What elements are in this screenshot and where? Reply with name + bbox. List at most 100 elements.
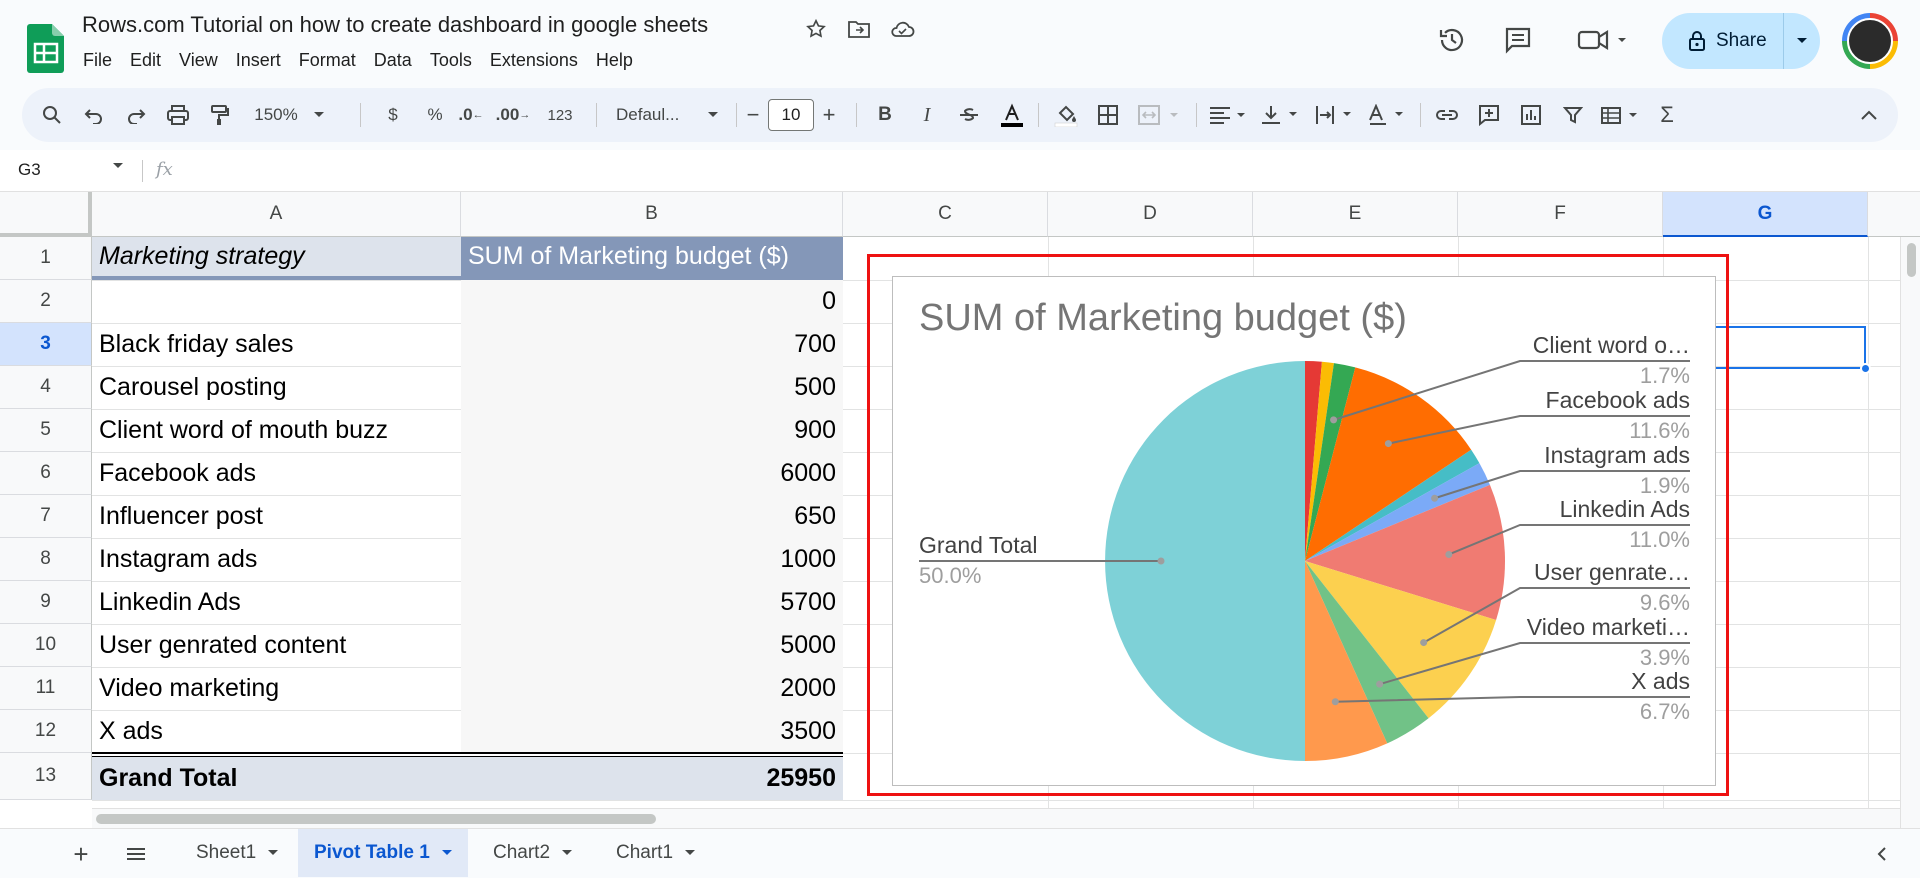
move-folder-icon[interactable] bbox=[844, 14, 874, 44]
chevron-down-icon[interactable] bbox=[441, 850, 452, 856]
pivot-value-cell[interactable]: 2000 bbox=[461, 667, 843, 710]
pivot-value-cell[interactable]: 500 bbox=[461, 366, 843, 409]
pivot-value-cell[interactable]: 0 bbox=[461, 280, 843, 323]
menu-view[interactable]: View bbox=[170, 48, 227, 73]
table-views-icon[interactable] bbox=[1598, 88, 1644, 142]
more-formats-button[interactable]: 123 bbox=[540, 88, 580, 142]
pivot-label-cell[interactable]: Linkedin Ads bbox=[92, 581, 461, 624]
zoom-select[interactable]: 150% bbox=[248, 88, 330, 142]
vertical-scroll-thumb[interactable] bbox=[1907, 243, 1916, 277]
row-header-8[interactable]: 8 bbox=[0, 538, 92, 581]
row-header-10[interactable]: 10 bbox=[0, 624, 92, 667]
horizontal-align-icon[interactable] bbox=[1206, 88, 1252, 142]
insert-chart-icon[interactable] bbox=[1516, 88, 1546, 142]
chevron-down-icon[interactable] bbox=[685, 850, 696, 856]
row-header-2[interactable]: 2 bbox=[0, 280, 92, 323]
menu-extensions[interactable]: Extensions bbox=[481, 48, 587, 73]
pivot-header-a[interactable]: Marketing strategy bbox=[92, 237, 461, 280]
share-main[interactable]: Share bbox=[1662, 13, 1784, 69]
chevron-down-icon[interactable] bbox=[562, 850, 573, 856]
pivot-value-cell[interactable]: 900 bbox=[461, 409, 843, 452]
collapse-toolbar-icon[interactable] bbox=[1854, 88, 1884, 142]
row-header-12[interactable]: 12 bbox=[0, 710, 92, 753]
menu-data[interactable]: Data bbox=[365, 48, 421, 73]
currency-format-button[interactable]: $ bbox=[378, 88, 408, 142]
menu-file[interactable]: File bbox=[74, 48, 121, 73]
strikethrough-icon[interactable] bbox=[954, 88, 984, 142]
increase-decimal-button[interactable]: .00 → bbox=[494, 88, 532, 142]
paint-format-icon[interactable] bbox=[204, 88, 236, 142]
menu-help[interactable]: Help bbox=[587, 48, 642, 73]
row-header-7[interactable]: 7 bbox=[0, 495, 92, 538]
pivot-label-cell[interactable] bbox=[92, 280, 461, 323]
increase-font-size-button[interactable]: + bbox=[816, 88, 842, 142]
grand-total-value[interactable]: 25950 bbox=[461, 757, 843, 800]
pivot-label-cell[interactable]: Black friday sales bbox=[92, 323, 461, 366]
document-title[interactable]: Rows.com Tutorial on how to create dashb… bbox=[82, 12, 708, 38]
add-sheet-icon[interactable]: + bbox=[66, 829, 96, 878]
pivot-value-cell[interactable]: 5700 bbox=[461, 581, 843, 624]
cloud-saved-icon[interactable] bbox=[887, 14, 917, 44]
pivot-value-cell[interactable]: 1000 bbox=[461, 538, 843, 581]
account-avatar[interactable] bbox=[1842, 13, 1898, 69]
chevron-down-icon[interactable] bbox=[112, 162, 124, 170]
pivot-label-cell[interactable]: Instagram ads bbox=[92, 538, 461, 581]
fill-color-icon[interactable] bbox=[1050, 88, 1082, 142]
pie-chart[interactable]: SUM of Marketing budget ($) Client word … bbox=[892, 276, 1716, 786]
sheet-tab-chart1[interactable]: Chart1 bbox=[600, 829, 711, 877]
pivot-value-cell[interactable]: 6000 bbox=[461, 452, 843, 495]
borders-icon[interactable] bbox=[1092, 88, 1124, 142]
pivot-header-b[interactable]: SUM of Marketing budget ($) bbox=[461, 237, 843, 280]
italic-button[interactable]: I bbox=[912, 88, 942, 142]
name-box[interactable]: G3 bbox=[18, 160, 41, 180]
version-history-icon[interactable] bbox=[1434, 22, 1470, 58]
menu-insert[interactable]: Insert bbox=[227, 48, 290, 73]
pivot-label-cell[interactable]: Video marketing bbox=[92, 667, 461, 710]
row-header-4[interactable]: 4 bbox=[0, 366, 92, 409]
bold-button[interactable]: B bbox=[870, 88, 900, 142]
row-header-9[interactable]: 9 bbox=[0, 581, 92, 624]
undo-icon[interactable] bbox=[78, 88, 110, 142]
pivot-label-cell[interactable]: X ads bbox=[92, 710, 461, 753]
menu-edit[interactable]: Edit bbox=[121, 48, 170, 73]
column-header-a[interactable]: A bbox=[92, 192, 461, 237]
sheet-tab-chart2[interactable]: Chart2 bbox=[477, 829, 588, 877]
font-size-input[interactable]: 10 bbox=[768, 99, 814, 131]
menu-format[interactable]: Format bbox=[290, 48, 365, 73]
horizontal-scroll-thumb[interactable] bbox=[96, 814, 656, 824]
pivot-label-cell[interactable]: Influencer post bbox=[92, 495, 461, 538]
text-wrapping-icon[interactable] bbox=[1312, 88, 1358, 142]
print-icon[interactable] bbox=[162, 88, 194, 142]
font-family-select[interactable]: Defaul... bbox=[606, 88, 728, 142]
column-header-e[interactable]: E bbox=[1253, 192, 1458, 237]
percent-format-button[interactable]: % bbox=[420, 88, 450, 142]
menu-tools[interactable]: Tools bbox=[421, 48, 481, 73]
column-header-f[interactable]: F bbox=[1458, 192, 1663, 237]
column-header-b[interactable]: B bbox=[461, 192, 843, 237]
decrease-font-size-button[interactable]: − bbox=[740, 88, 766, 142]
pivot-label-cell[interactable]: Carousel posting bbox=[92, 366, 461, 409]
sheet-tab-pivot-table-1[interactable]: Pivot Table 1 bbox=[298, 829, 468, 877]
vertical-scrollbar[interactable] bbox=[1900, 237, 1920, 828]
comments-icon[interactable] bbox=[1500, 22, 1536, 58]
share-button[interactable]: Share bbox=[1662, 13, 1820, 69]
fill-handle[interactable] bbox=[1860, 363, 1871, 374]
meet-video-icon[interactable] bbox=[1574, 22, 1634, 58]
search-menus-icon[interactable] bbox=[36, 88, 68, 142]
pivot-value-cell[interactable]: 700 bbox=[461, 323, 843, 366]
column-header-g[interactable]: G bbox=[1663, 192, 1868, 237]
vertical-align-icon[interactable] bbox=[1258, 88, 1304, 142]
pivot-label-cell[interactable]: User genrated content bbox=[92, 624, 461, 667]
pivot-label-cell[interactable]: Facebook ads bbox=[92, 452, 461, 495]
share-dropdown-icon[interactable] bbox=[1784, 37, 1820, 45]
insert-link-icon[interactable] bbox=[1432, 88, 1462, 142]
chevron-left-icon[interactable] bbox=[1870, 829, 1894, 878]
pivot-value-cell[interactable]: 650 bbox=[461, 495, 843, 538]
row-header-5[interactable]: 5 bbox=[0, 409, 92, 452]
text-color-icon[interactable] bbox=[996, 88, 1028, 142]
grand-total-label[interactable]: Grand Total bbox=[92, 757, 461, 800]
column-header-d[interactable]: D bbox=[1048, 192, 1253, 237]
star-icon[interactable] bbox=[801, 14, 831, 44]
pivot-label-cell[interactable]: Client word of mouth buzz bbox=[92, 409, 461, 452]
pivot-value-cell[interactable]: 3500 bbox=[461, 710, 843, 753]
